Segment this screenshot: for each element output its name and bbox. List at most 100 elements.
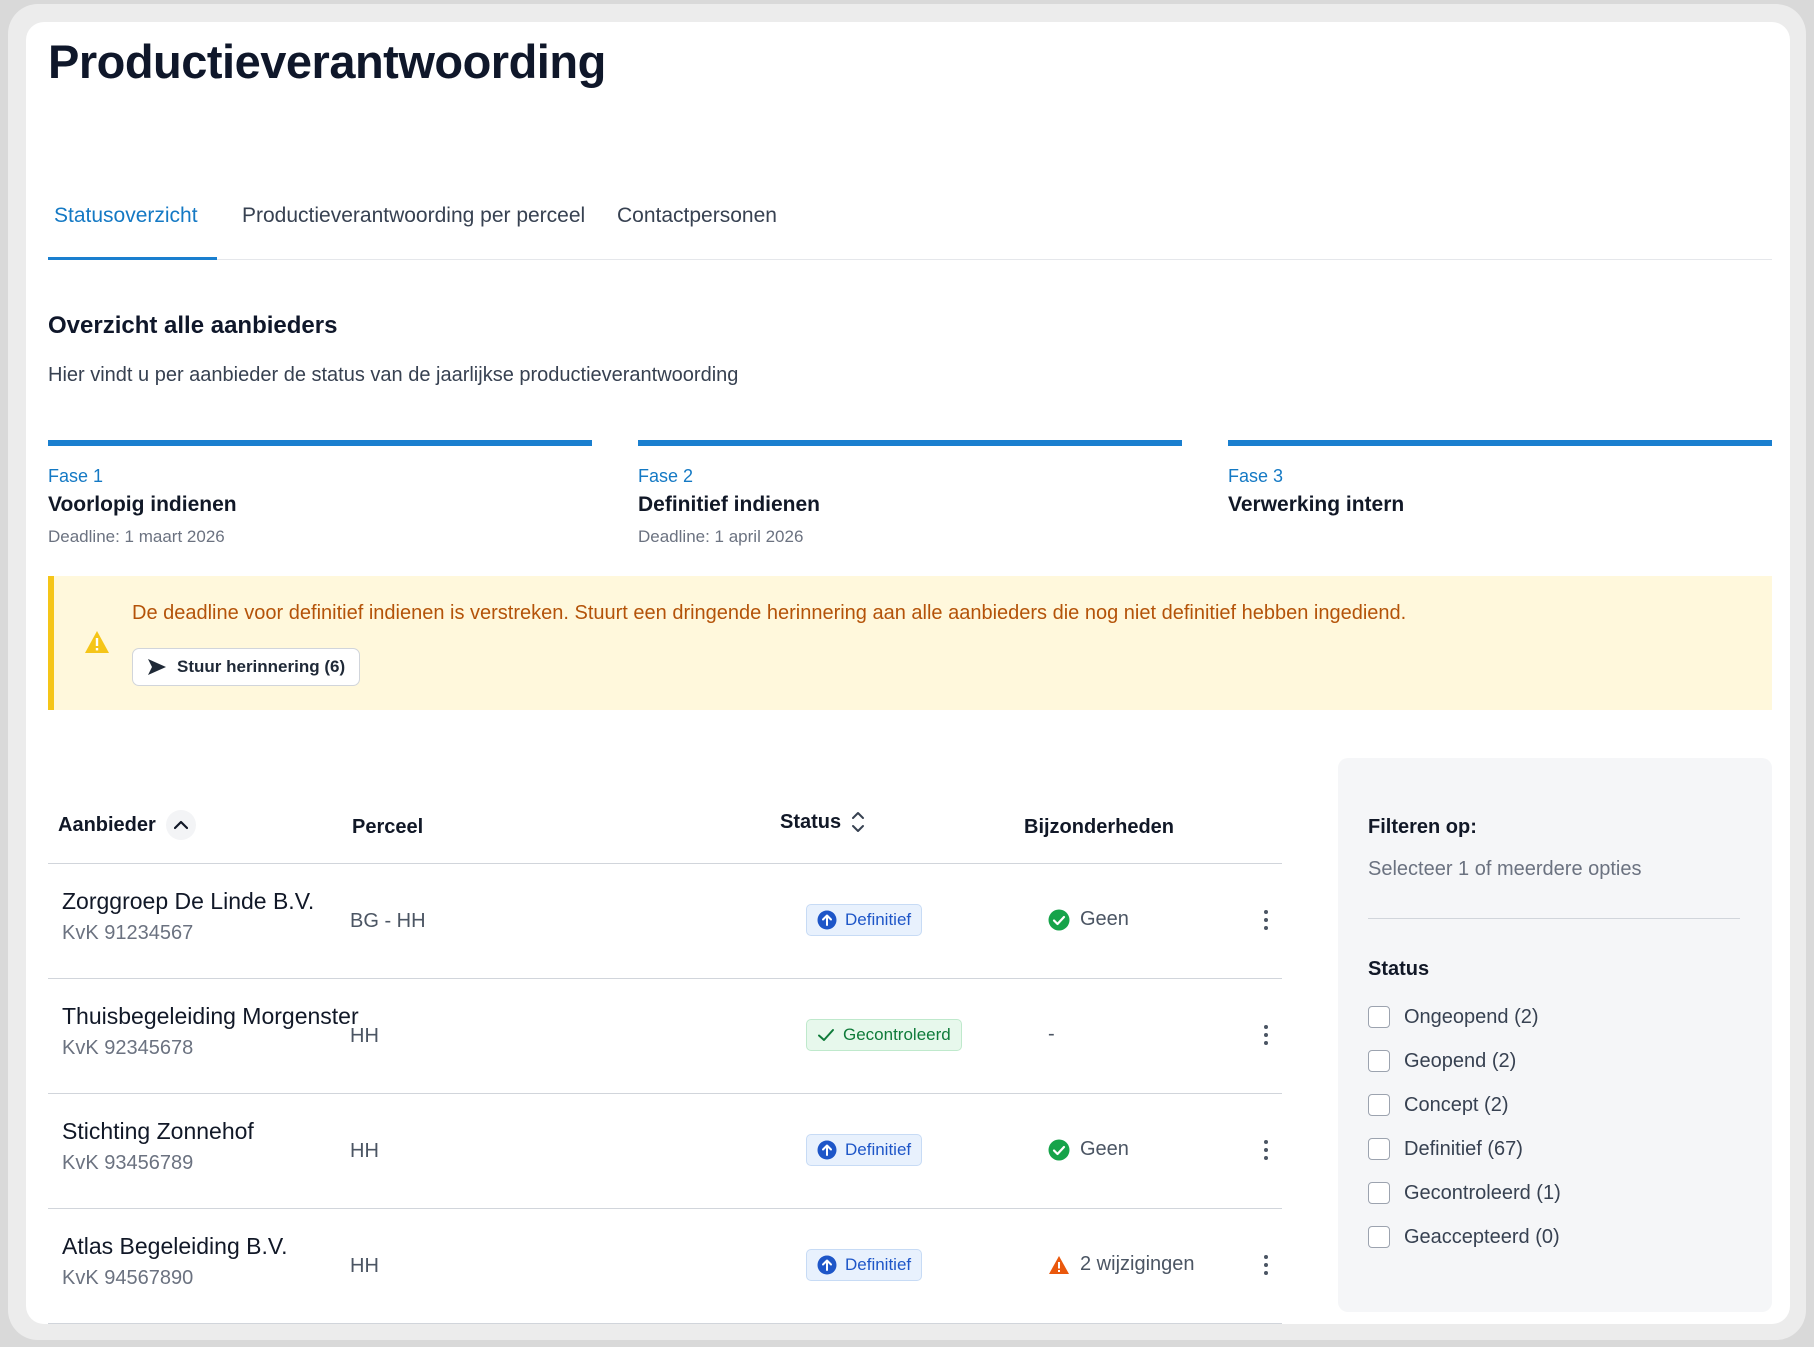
phase-deadline: Deadline: 1 maart 2026 (48, 527, 225, 546)
filter-option-gecontroleerd[interactable]: Gecontroleerd (1) (1368, 1178, 1561, 1208)
column-header-label: Perceel (352, 816, 424, 838)
section-subtitle: Hier vindt u per aanbieder de status van… (48, 364, 739, 386)
checkbox[interactable] (1368, 1182, 1390, 1204)
filter-option-label: Definitief (67) (1404, 1137, 1523, 1160)
phase-label: Fase 2 (638, 466, 694, 486)
bijzonderheden-label: 2 wijzigingen (1080, 1253, 1195, 1275)
providers-table: Aanbieder Perceel Status Bijzonderheden (48, 774, 1282, 1324)
phase-progress-bar (48, 440, 592, 446)
status-badge-label: Definitief (845, 1255, 912, 1274)
provider-name: Thuisbegeleiding Morgenster (62, 1003, 359, 1029)
kebab-menu-icon[interactable] (1256, 1019, 1276, 1051)
bijzonderheden: Geen (1048, 1138, 1129, 1161)
table-row[interactable]: Zorggroep De Linde B.V. KvK 91234567 BG … (48, 864, 1282, 979)
status-badge: Definitief (806, 1249, 923, 1281)
checkbox[interactable] (1368, 1050, 1390, 1072)
bijzonderheden: Geen (1048, 908, 1129, 931)
arrow-up-circle-icon (817, 910, 837, 930)
provider-kvk: KvK 93456789 (62, 1152, 194, 1174)
check-circle-icon (1048, 909, 1070, 930)
sort-ascending-button[interactable] (165, 810, 196, 840)
filter-option-label: Geopend (2) (1404, 1049, 1517, 1072)
provider-perceel: HH (350, 1140, 379, 1162)
phase-3: Fase 3 Verwerking intern (1228, 440, 1772, 550)
provider-kvk: KvK 91234567 (62, 922, 194, 944)
status-badge: Definitief (806, 904, 923, 936)
phase-label: Fase 1 (48, 466, 104, 486)
section-title: Overzicht alle aanbieders (48, 312, 338, 339)
bijzonderheden: 2 wijzigingen (1048, 1253, 1195, 1276)
phase-2: Fase 2 Definitief indienen Deadline: 1 a… (638, 440, 1182, 550)
warning-triangle-icon (85, 631, 109, 653)
checkbox[interactable] (1368, 1006, 1390, 1028)
kebab-menu-icon[interactable] (1256, 1134, 1276, 1166)
provider-perceel: BG - HH (350, 910, 426, 932)
provider-kvk: KvK 92345678 (62, 1037, 194, 1059)
check-circle-icon (1048, 1139, 1070, 1160)
filter-title: Filteren op: (1368, 816, 1477, 838)
table-row[interactable]: Atlas Begeleiding B.V. KvK 94567890 HH D… (48, 1209, 1282, 1324)
warning-triangle-icon (1049, 1255, 1069, 1274)
chevron-up-icon (173, 820, 188, 830)
filter-option-label: Geaccepteerd (0) (1404, 1225, 1560, 1248)
alert-message: De deadline voor definitief indienen is … (132, 602, 1407, 624)
arrow-up-circle-icon (817, 1255, 837, 1275)
table-row[interactable]: Stichting Zonnehof KvK 93456789 HH Defin… (48, 1094, 1282, 1209)
tab-statusoverzicht[interactable]: Statusoverzicht (54, 204, 198, 228)
checkbox[interactable] (1368, 1226, 1390, 1248)
column-header-label: Aanbieder (58, 813, 156, 836)
filter-option-geaccepteerd[interactable]: Geaccepteerd (0) (1368, 1222, 1560, 1252)
page-title: Productieverantwoording (48, 35, 606, 88)
bijzonderheden-label: Geen (1080, 1138, 1129, 1160)
provider-name: Atlas Begeleiding B.V. (62, 1233, 288, 1259)
active-tab-indicator (48, 257, 217, 260)
phase-deadline: Deadline: 1 april 2026 (638, 527, 804, 546)
table-header: Aanbieder Perceel Status Bijzonderheden (48, 774, 1282, 864)
kebab-menu-icon[interactable] (1256, 904, 1276, 936)
page: Productieverantwoording Statusoverzicht … (26, 22, 1790, 1324)
column-header-perceel: Perceel (352, 816, 423, 839)
tab-productieverantwoording-per-perceel[interactable]: Productieverantwoording per perceel (242, 204, 585, 228)
check-icon (818, 1029, 834, 1041)
filter-option-ongeopend[interactable]: Ongeopend (2) (1368, 1002, 1539, 1032)
deadline-alert: De deadline voor definitief indienen is … (48, 576, 1772, 710)
send-reminder-label: Stuur herinnering (6) (177, 657, 346, 676)
phase-name: Voorlopig indienen (48, 493, 237, 516)
filter-option-definitief[interactable]: Definitief (67) (1368, 1134, 1523, 1164)
status-badge-label: Definitief (845, 910, 912, 929)
phase-progress-bar (1228, 440, 1772, 446)
status-badge: Definitief (806, 1134, 923, 1166)
sort-updown-icon[interactable] (851, 810, 865, 834)
provider-name: Zorggroep De Linde B.V. (62, 888, 315, 914)
column-header-status[interactable]: Status (780, 810, 865, 834)
filter-option-concept[interactable]: Concept (2) (1368, 1090, 1509, 1120)
send-arrow-icon (148, 659, 166, 675)
phase-1: Fase 1 Voorlopig indienen Deadline: 1 ma… (48, 440, 592, 550)
phase-label: Fase 3 (1228, 466, 1284, 486)
status-badge: Gecontroleerd (806, 1019, 962, 1051)
filter-option-label: Ongeopend (2) (1404, 1005, 1539, 1028)
kebab-menu-icon[interactable] (1256, 1249, 1276, 1281)
phase-name: Definitief indienen (638, 493, 821, 516)
filter-group-label: Status (1368, 958, 1430, 980)
provider-name: Stichting Zonnehof (62, 1118, 254, 1144)
filter-option-label: Concept (2) (1404, 1093, 1509, 1116)
tab-bar: Statusoverzicht Productieverantwoording … (48, 172, 1772, 260)
filter-divider (1368, 918, 1740, 919)
column-header-label: Bijzonderheden (1024, 816, 1175, 838)
bijzonderheden-label: Geen (1080, 908, 1129, 930)
provider-perceel: HH (350, 1255, 379, 1277)
table-row[interactable]: Thuisbegeleiding Morgenster KvK 92345678… (48, 979, 1282, 1094)
checkbox[interactable] (1368, 1138, 1390, 1160)
column-header-bijzonderheden: Bijzonderheden (1024, 816, 1174, 839)
column-header-aanbieder[interactable]: Aanbieder (58, 810, 196, 840)
provider-kvk: KvK 94567890 (62, 1267, 194, 1289)
checkbox[interactable] (1368, 1094, 1390, 1116)
tab-contactpersonen[interactable]: Contactpersonen (617, 204, 777, 228)
column-header-label: Status (780, 810, 842, 833)
filter-subtitle: Selecteer 1 of meerdere opties (1368, 858, 1642, 880)
status-badge-label: Gecontroleerd (843, 1025, 951, 1044)
filter-option-geopend[interactable]: Geopend (2) (1368, 1046, 1516, 1076)
bijzonderheden: - (1048, 1023, 1055, 1046)
send-reminder-button[interactable]: Stuur herinnering (6) (132, 648, 361, 686)
